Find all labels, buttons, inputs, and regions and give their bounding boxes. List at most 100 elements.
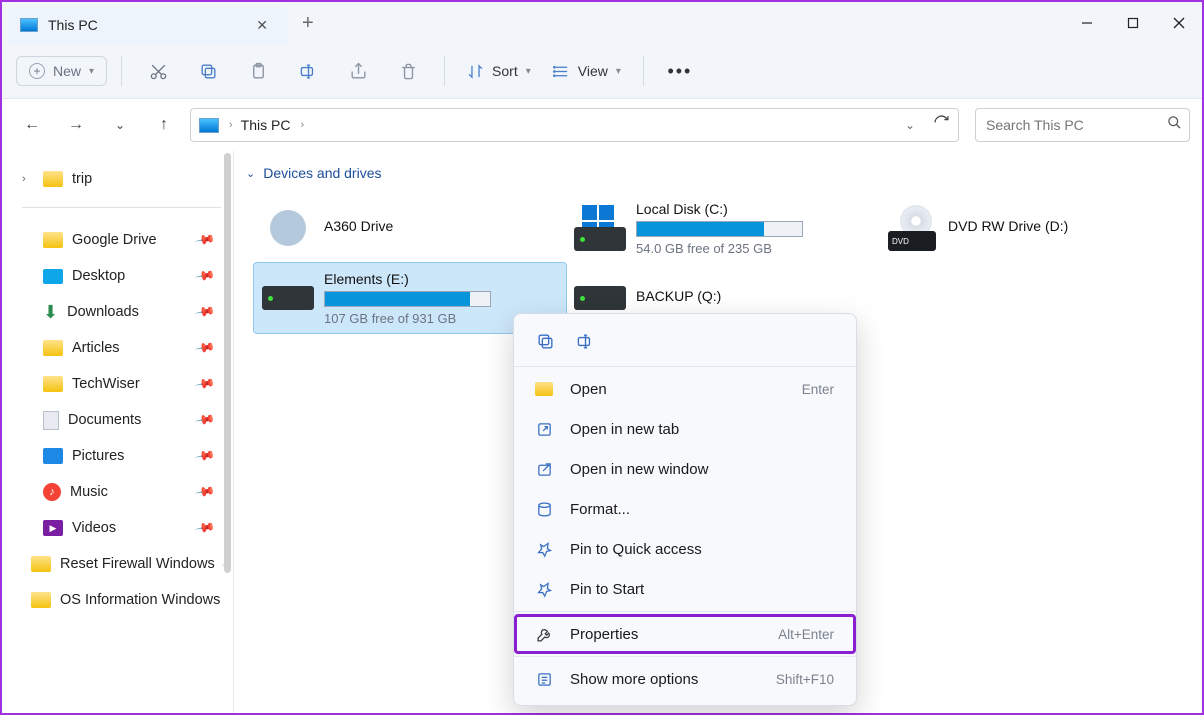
up-button[interactable]: ↑ [146,107,182,143]
context-item-label: Pin to Start [570,581,644,598]
address-dropdown-button[interactable]: ⌄ [905,118,915,132]
context-item-label: Format... [570,501,630,518]
pin-icon: 📌 [194,229,216,251]
minimize-button[interactable] [1064,2,1110,44]
context-item-format-[interactable]: Format... [514,489,856,529]
context-item-label: Open in new tab [570,421,679,438]
section-header[interactable]: ⌄ Devices and drives [246,165,1194,181]
drive-name: Elements (E:) [324,271,558,287]
pin-icon [534,581,554,598]
tree-item[interactable]: Documents📌 [16,402,227,438]
context-item-open-in-new-window[interactable]: Open in new window [514,449,856,489]
tree-item-label: Google Drive [72,232,157,248]
plus-icon: + [29,63,45,79]
pin-icon: 📌 [194,337,216,359]
context-item-pin-to-start[interactable]: Pin to Start [514,569,856,609]
paste-button[interactable] [236,51,280,91]
this-pc-icon [20,18,38,32]
newwindow-icon [534,461,554,478]
chevron-right-icon: › [22,173,34,185]
new-tab-button[interactable]: + [288,12,328,35]
close-tab-button[interactable]: ✕ [250,13,274,38]
share-button[interactable] [336,51,380,91]
context-item-open-in-new-tab[interactable]: Open in new tab [514,409,856,449]
context-item-open[interactable]: OpenEnter [514,369,856,409]
wrench-icon [534,626,554,643]
address-bar[interactable]: › This PC › ⌄ [190,108,959,142]
folder-icon [43,340,63,356]
pin-icon: 📌 [194,481,216,503]
folder-icon [31,556,51,572]
search-box[interactable] [975,108,1190,142]
maximize-button[interactable] [1110,2,1156,44]
rename-button[interactable] [286,51,330,91]
tree-item-trip[interactable]: › trip [16,161,227,197]
context-item-label: Open [570,381,607,398]
refresh-button[interactable] [933,114,950,136]
view-button[interactable]: View ▾ [545,59,629,84]
tree-item[interactable]: OS Information Windows📌 [16,582,227,618]
tree-item[interactable]: ▶Videos📌 [16,510,227,546]
drive-item[interactable]: A360 Drive [254,193,566,263]
pin-icon [534,541,554,558]
drive-name: Local Disk (C:) [636,201,870,217]
context-item-properties[interactable]: PropertiesAlt+Enter [514,614,856,654]
scrollbar[interactable] [224,153,231,573]
breadcrumb-chevron-icon: › [300,119,304,131]
folder-icon [43,448,63,464]
shortcut-label: Shift+F10 [776,672,834,687]
drive-item[interactable]: DVDDVD RW Drive (D:) [878,193,1190,263]
tree-item-label: Videos [72,520,116,536]
delete-button[interactable] [386,51,430,91]
toolbar-divider [643,56,644,86]
back-button[interactable]: ← [14,107,50,143]
folder-icon [43,411,59,430]
tree-item-label: Articles [72,340,120,356]
toolbar-divider [121,56,122,86]
rename-icon[interactable] [574,330,596,352]
breadcrumb[interactable]: This PC [241,117,291,133]
tree-item[interactable]: ♪Music📌 [16,474,227,510]
folder-icon: ♪ [43,483,61,501]
drive-icon [574,202,626,254]
copy-icon[interactable] [534,330,556,352]
context-separator [514,656,856,657]
context-menu: OpenEnter Open in new tab Open in new wind… [513,313,857,706]
pin-icon: 📌 [226,589,227,611]
context-quick-actions [514,320,856,364]
new-button[interactable]: + New ▾ [16,56,107,86]
tree-item[interactable]: Desktop📌 [16,258,227,294]
tree-item[interactable]: Reset Firewall Windows📌 [16,546,227,582]
tree-item[interactable]: ⬇Downloads📌 [16,294,227,330]
drive-item[interactable]: Local Disk (C:)54.0 GB free of 235 GB [566,193,878,263]
tree-item[interactable]: Pictures📌 [16,438,227,474]
drive-name: BACKUP (Q:) [636,288,870,304]
tree-item-label: Downloads [67,304,139,320]
tree-item[interactable]: Google Drive 📌 [16,222,227,258]
sort-button[interactable]: Sort ▾ [459,59,539,84]
chevron-down-icon: ⌄ [115,118,125,132]
folder-icon [43,232,63,248]
folder-icon [43,171,63,187]
tree-item[interactable]: Articles 📌 [16,330,227,366]
navbar: ← → ⌄ ↑ › This PC › ⌄ [2,99,1202,151]
copy-button[interactable] [186,51,230,91]
chevron-down-icon: ▾ [526,66,531,77]
cut-button[interactable] [136,51,180,91]
more-button[interactable]: ••• [658,51,702,91]
toolbar-divider [444,56,445,86]
tree-item[interactable]: TechWiser📌 [16,366,227,402]
sort-label: Sort [492,63,518,79]
active-tab[interactable]: This PC ✕ [8,6,288,44]
tab-title: This PC [48,17,250,33]
recent-button[interactable]: ⌄ [102,107,138,143]
forward-button[interactable]: → [58,107,94,143]
new-label: New [53,63,81,79]
context-item-show-more-options[interactable]: Show more optionsShift+F10 [514,659,856,699]
format-icon [534,501,554,518]
close-window-button[interactable] [1156,2,1202,44]
context-item-pin-to-quick-access[interactable]: Pin to Quick access [514,529,856,569]
drive-name: A360 Drive [324,218,558,234]
context-item-label: Pin to Quick access [570,541,702,558]
search-input[interactable] [986,117,1167,133]
